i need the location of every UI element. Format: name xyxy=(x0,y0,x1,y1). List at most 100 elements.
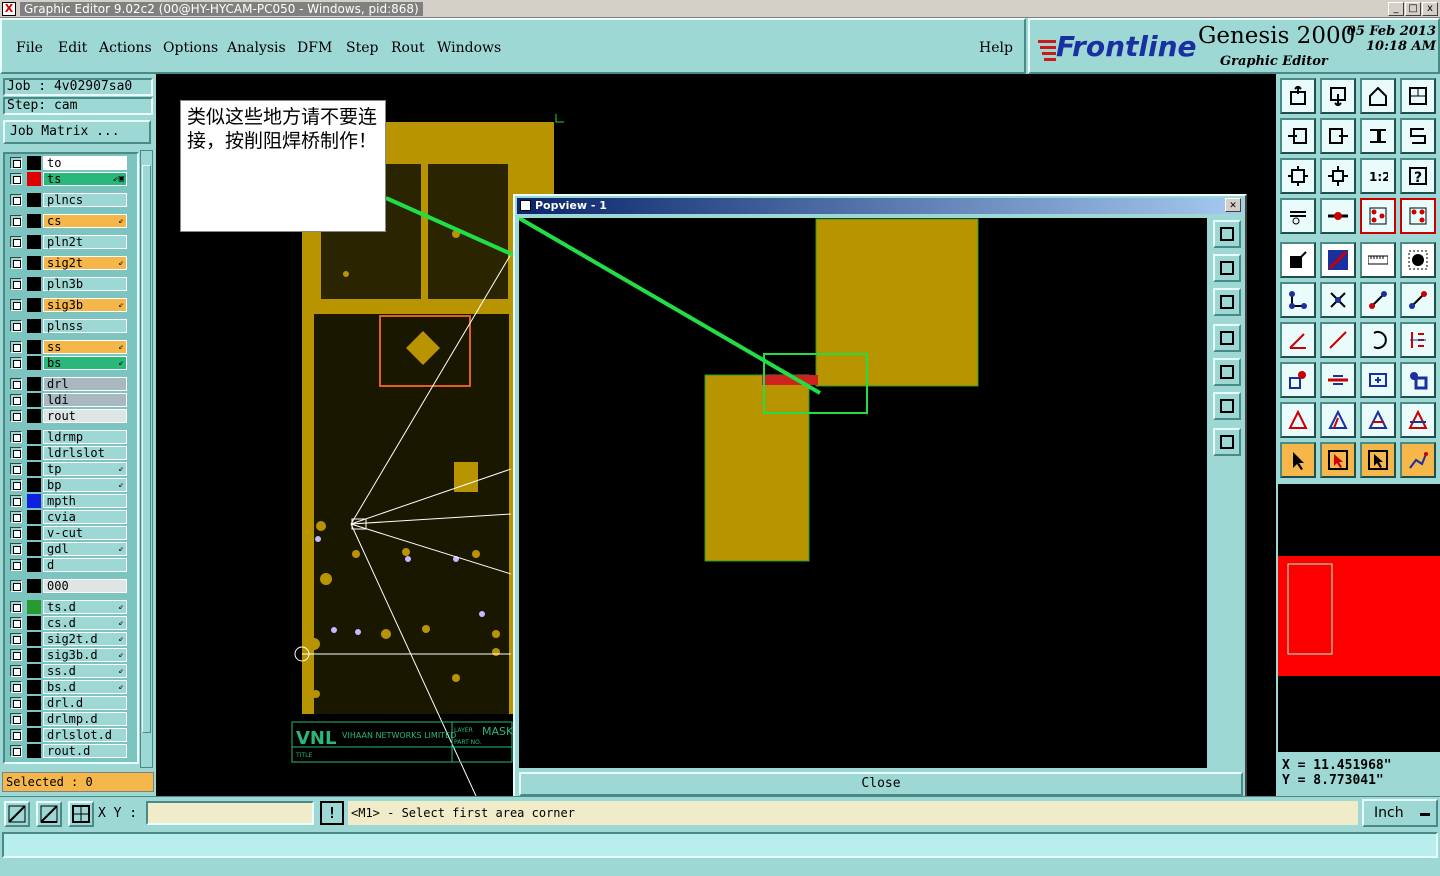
snap-mode-icon[interactable] xyxy=(4,801,30,827)
layer-checkbox[interactable] xyxy=(10,729,22,741)
layer-name[interactable]: plnss xyxy=(43,319,127,333)
poly-fill-icon[interactable] xyxy=(1400,402,1436,438)
group-icon[interactable] xyxy=(1400,362,1436,398)
layer-name[interactable]: to xyxy=(43,156,127,170)
layer-row[interactable]: d xyxy=(9,558,127,572)
menu-edit[interactable]: Edit xyxy=(58,40,87,56)
layer-name[interactable]: drlmp.d xyxy=(43,712,127,726)
layer-row[interactable]: gdl ⇙ xyxy=(9,542,127,556)
layer-row[interactable]: cs ⇙ xyxy=(9,214,127,228)
layer-name[interactable]: sig2t.d ⇙ xyxy=(43,632,127,646)
layer-checkbox[interactable] xyxy=(10,278,22,290)
layer-checkbox[interactable] xyxy=(10,410,22,422)
layer-name[interactable]: cvia xyxy=(43,510,127,524)
pad-select-icon[interactable] xyxy=(1280,362,1316,398)
layer-name[interactable]: mpth xyxy=(43,494,127,508)
poly-edit-icon[interactable] xyxy=(1320,402,1356,438)
layer-row[interactable]: cs.d ⇙ xyxy=(9,616,127,630)
scrollbar-thumb[interactable] xyxy=(142,165,151,733)
snake-view-icon[interactable] xyxy=(1400,118,1436,154)
layer-row[interactable]: sig3b ⇙ xyxy=(9,298,127,312)
overview-minimap[interactable] xyxy=(1278,484,1440,752)
menu-windows[interactable]: Windows xyxy=(437,40,501,56)
pointer-box-icon[interactable] xyxy=(1320,442,1356,478)
line-add-icon[interactable] xyxy=(1320,242,1356,278)
layer-checkbox[interactable] xyxy=(10,580,22,592)
net-connect-icon[interactable] xyxy=(1360,198,1396,234)
menu-step[interactable]: Step xyxy=(346,40,378,56)
layer-row[interactable]: pln2t xyxy=(9,235,127,249)
layer-row[interactable]: ldrlslot xyxy=(9,446,127,460)
layer-checkbox[interactable] xyxy=(10,543,22,555)
layer-name[interactable]: ss.d ⇙ xyxy=(43,664,127,678)
popview-center-icon[interactable] xyxy=(1213,428,1241,456)
layer-name[interactable]: drlslot.d xyxy=(43,728,127,742)
net-compare-icon[interactable] xyxy=(1400,198,1436,234)
circle-pad-icon[interactable] xyxy=(1400,242,1436,278)
menu-actions[interactable]: Actions xyxy=(99,40,152,56)
maximize-button[interactable]: □ xyxy=(1405,2,1421,16)
layer-name[interactable]: ss ⇙ xyxy=(43,340,127,354)
layer-checkbox[interactable] xyxy=(10,601,22,613)
pointer-select-icon[interactable] xyxy=(1280,442,1316,478)
warning-icon[interactable]: ! xyxy=(320,801,344,825)
layer-row[interactable]: sig2t.d ⇙ xyxy=(9,632,127,646)
popview-canvas[interactable] xyxy=(519,218,1207,768)
layer-checkbox[interactable] xyxy=(10,697,22,709)
move-nodes-icon[interactable] xyxy=(1280,282,1316,318)
layer-row[interactable]: 000 xyxy=(9,579,127,593)
popview-pan-down-icon[interactable] xyxy=(1213,288,1241,316)
layer-checkbox[interactable] xyxy=(10,357,22,369)
layer-row[interactable]: v-cut xyxy=(9,526,127,540)
menu-dfm[interactable]: DFM xyxy=(297,40,332,56)
zoom-home-icon[interactable] xyxy=(1280,78,1316,114)
popview-zoom-icon[interactable] xyxy=(1213,220,1241,248)
zoom-out-icon[interactable] xyxy=(1320,78,1356,114)
layer-checkbox[interactable] xyxy=(10,157,22,169)
layer-row[interactable]: bs ⇙ xyxy=(9,356,127,370)
layer-checkbox[interactable] xyxy=(10,495,22,507)
grid-snap-icon[interactable] xyxy=(68,801,94,827)
popview-pan-right-icon[interactable] xyxy=(1213,358,1241,386)
window-layout-icon[interactable] xyxy=(1400,78,1436,114)
layer-checkbox[interactable] xyxy=(10,236,22,248)
layer-name[interactable]: sig3b.d ⇙ xyxy=(43,648,127,662)
layer-name[interactable]: rout.d xyxy=(43,744,127,758)
layer-checkbox[interactable] xyxy=(10,194,22,206)
probe-icon[interactable] xyxy=(1320,198,1356,234)
popview-fit-icon[interactable] xyxy=(1213,392,1241,420)
layer-name[interactable]: pln2t xyxy=(43,235,127,249)
xy-input[interactable] xyxy=(146,801,314,825)
line-draw-icon[interactable] xyxy=(1320,322,1356,358)
scale-1-2-icon[interactable]: 1:2 xyxy=(1360,158,1396,194)
layer-scrollbar[interactable] xyxy=(140,150,153,768)
layer-row[interactable]: bp ⇙ xyxy=(9,478,127,492)
popview-close-button[interactable]: Close xyxy=(519,772,1243,796)
layer-checkbox[interactable] xyxy=(10,173,22,185)
layer-name[interactable]: d xyxy=(43,558,127,572)
layer-row[interactable]: pln3b xyxy=(9,277,127,291)
layer-name[interactable]: bs.d ⇙ xyxy=(43,680,127,694)
layer-checkbox[interactable] xyxy=(10,665,22,677)
layer-checkbox[interactable] xyxy=(10,257,22,269)
layer-row[interactable]: sig2t ⇙ xyxy=(9,256,127,270)
layer-row[interactable]: rout xyxy=(9,409,127,423)
layer-name[interactable]: bs ⇙ xyxy=(43,356,127,370)
menu-options[interactable]: Options xyxy=(163,40,218,56)
layer-name[interactable]: drl xyxy=(43,377,127,391)
layer-checkbox[interactable] xyxy=(10,479,22,491)
layer-name[interactable]: plncs xyxy=(43,193,127,207)
menu-analysis[interactable]: Analysis xyxy=(227,40,286,56)
layer-checkbox[interactable] xyxy=(10,299,22,311)
layer-row[interactable]: ss ⇙ xyxy=(9,340,127,354)
layer-name[interactable]: sig2t ⇙ xyxy=(43,256,127,270)
layer-checkbox[interactable] xyxy=(10,649,22,661)
measure-tools-icon[interactable] xyxy=(1280,198,1316,234)
move-feature-icon[interactable] xyxy=(1360,282,1396,318)
layer-checkbox[interactable] xyxy=(10,511,22,523)
layer-name[interactable]: sig3b ⇙ xyxy=(43,298,127,312)
layer-checkbox[interactable] xyxy=(10,681,22,693)
layer-row[interactable]: plncs xyxy=(9,193,127,207)
layer-checkbox[interactable] xyxy=(10,633,22,645)
layer-row[interactable]: drl xyxy=(9,377,127,391)
